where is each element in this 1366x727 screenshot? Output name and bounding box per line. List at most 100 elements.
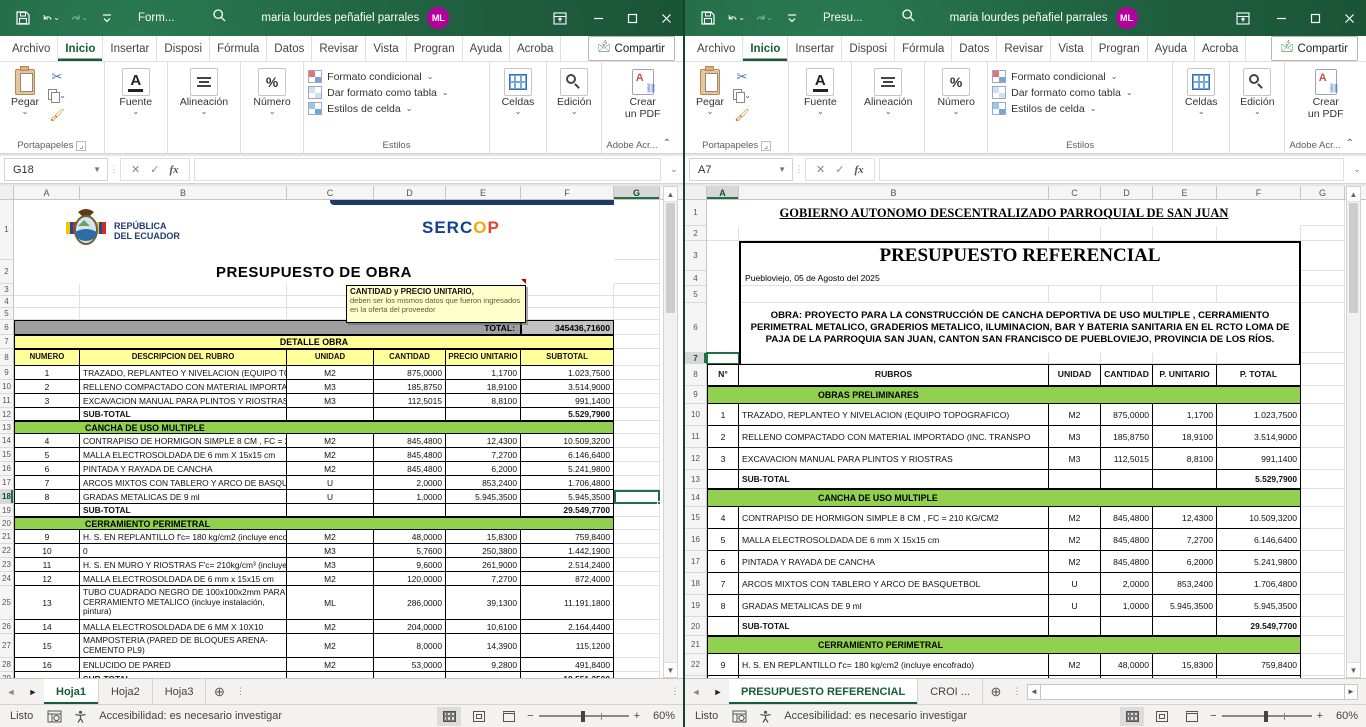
cell[interactable]: 1,1700 [1153,404,1217,426]
cell[interactable]: 12 [14,572,80,586]
cell[interactable] [614,544,660,558]
table-header-5[interactable]: SUBTOTAL [521,349,614,366]
scroll-up-icon[interactable]: ▲ [664,187,677,202]
row-number-1[interactable]: 1 [685,200,707,226]
table-header-2[interactable]: UNIDAD [1049,364,1101,386]
column-header-G[interactable]: G [1301,186,1345,199]
row-number-4[interactable]: 4 [0,296,14,308]
cell[interactable]: 491,8400 [521,658,614,672]
row-number-16[interactable]: 16 [0,462,14,476]
cell[interactable]: 29.549,7700 [1217,617,1301,636]
cell[interactable]: SUB-TOTAL [80,504,287,517]
tab-insertar[interactable]: Insertar [788,36,842,61]
cell[interactable] [614,366,660,380]
cell[interactable]: 48,0000 [1101,654,1153,676]
row-number-4[interactable]: 4 [685,271,707,286]
cell[interactable]: 845,4800 [374,434,446,448]
row-number-8[interactable]: 8 [685,364,707,386]
cell[interactable] [1101,286,1153,303]
cell[interactable] [80,308,287,320]
cell[interactable] [707,271,739,286]
cell[interactable]: 8,8100 [1153,448,1217,470]
cell[interactable]: PRESUPUESTO REFERENCIAL [739,241,1301,271]
cell[interactable]: SUB-TOTAL [80,408,287,421]
cell[interactable] [614,586,660,620]
zoom-slider[interactable] [539,715,629,717]
row-number-14[interactable]: 14 [685,489,707,507]
row-number-28[interactable]: 28 [0,658,14,672]
cell[interactable] [1301,286,1345,303]
cell[interactable] [1153,617,1217,636]
cell[interactable]: M2 [287,448,374,462]
cell[interactable]: 3.514,9000 [1217,426,1301,448]
cell[interactable] [1217,226,1301,241]
customize-qat-icon[interactable] [98,9,116,27]
insert-function-icon[interactable]: fx [854,164,863,176]
cell[interactable]: 39,1300 [446,586,521,620]
cell[interactable]: PINTADA Y RAYADA DE CANCHA [80,462,287,476]
cell[interactable]: 7,2700 [446,448,521,462]
cell[interactable]: TRAZADO, REPLANTEO Y NIVELACION (EQUIPO … [80,366,287,380]
cell[interactable]: M3 [287,380,374,394]
cell[interactable] [1049,617,1101,636]
cell[interactable] [374,504,446,517]
cell[interactable]: 2,0000 [1101,573,1153,595]
normal-view-button[interactable] [1120,707,1144,726]
cell[interactable]: 18,9100 [1153,426,1217,448]
cell[interactable] [614,672,660,678]
minimize-button[interactable] [1264,3,1298,33]
cell[interactable]: 1,0000 [374,490,446,504]
share-button[interactable]: 🖄 Compartir [588,36,675,61]
column-header-F[interactable]: F [521,186,614,199]
name-box-chevron-icon[interactable]: ▼ [778,165,792,174]
cell[interactable]: EXCAVACION MANUAL PARA PLINTOS Y RIOSTRA… [739,448,1049,470]
normal-view-button[interactable] [437,707,461,726]
cell[interactable]: 6.146,6400 [521,448,614,462]
cell[interactable]: 5 [14,448,80,462]
cell[interactable] [614,476,660,490]
ribbon-display-options-icon[interactable] [1226,3,1260,33]
cell[interactable]: 845,4800 [1101,529,1153,551]
cell[interactable]: 853,2400 [446,476,521,490]
cell[interactable] [1301,271,1345,286]
table-header-1[interactable]: DESCRIPCION DEL RUBRO [80,349,287,366]
copy-icon[interactable]: ⌄ [733,88,751,104]
cell[interactable]: M2 [1049,529,1101,551]
cell[interactable]: 1.706,4800 [521,476,614,490]
cell[interactable]: 2 [707,426,739,448]
row-number-20[interactable]: 20 [0,517,14,530]
tab-inicio[interactable]: Inicio [58,36,103,61]
row-number-26[interactable]: 26 [0,620,14,634]
cell[interactable]: Puebloviejo, 05 de Agosto del 2025 [739,271,1301,286]
tab-insertar[interactable]: Insertar [103,36,157,61]
tab-datos[interactable]: Datos [952,36,997,61]
cell[interactable]: GRADAS METALICAS DE 9 ml [80,490,287,504]
cell[interactable]: M2 [1049,404,1101,426]
page-break-view-button[interactable] [1180,707,1204,726]
paste-button[interactable]: Pegar⌄ [4,66,46,116]
cell[interactable]: 204,0000 [374,620,446,634]
scroll-down-icon[interactable]: ▼ [664,662,677,677]
cell[interactable]: 845,4800 [1101,551,1153,573]
cell[interactable] [614,462,660,476]
vertical-scrollbar[interactable]: ▲▼ [1346,186,1361,678]
cell[interactable]: GRADAS METALICAS DE 9 ml [739,595,1049,617]
cell[interactable]: 4 [707,507,739,529]
cell[interactable] [614,408,660,421]
column-header-E[interactable]: E [446,186,521,199]
cell[interactable]: 10,6100 [446,620,521,634]
tab-disposicion[interactable]: Disposi [842,36,895,61]
insert-function-icon[interactable]: fx [169,164,178,176]
cell[interactable]: M3 [287,544,374,558]
table-header-0[interactable]: NUMERO [14,349,80,366]
cell[interactable] [1101,676,1153,678]
cell[interactable] [707,241,739,271]
cell[interactable]: 14 [14,620,80,634]
row-number-7[interactable]: 7 [0,335,14,349]
cell[interactable] [1301,595,1345,617]
cell[interactable] [1153,676,1217,678]
row-number-17[interactable]: 17 [685,551,707,573]
cell[interactable]: 7,2700 [1153,529,1217,551]
column-header-A[interactable]: A [14,186,80,199]
cell[interactable] [287,504,374,517]
